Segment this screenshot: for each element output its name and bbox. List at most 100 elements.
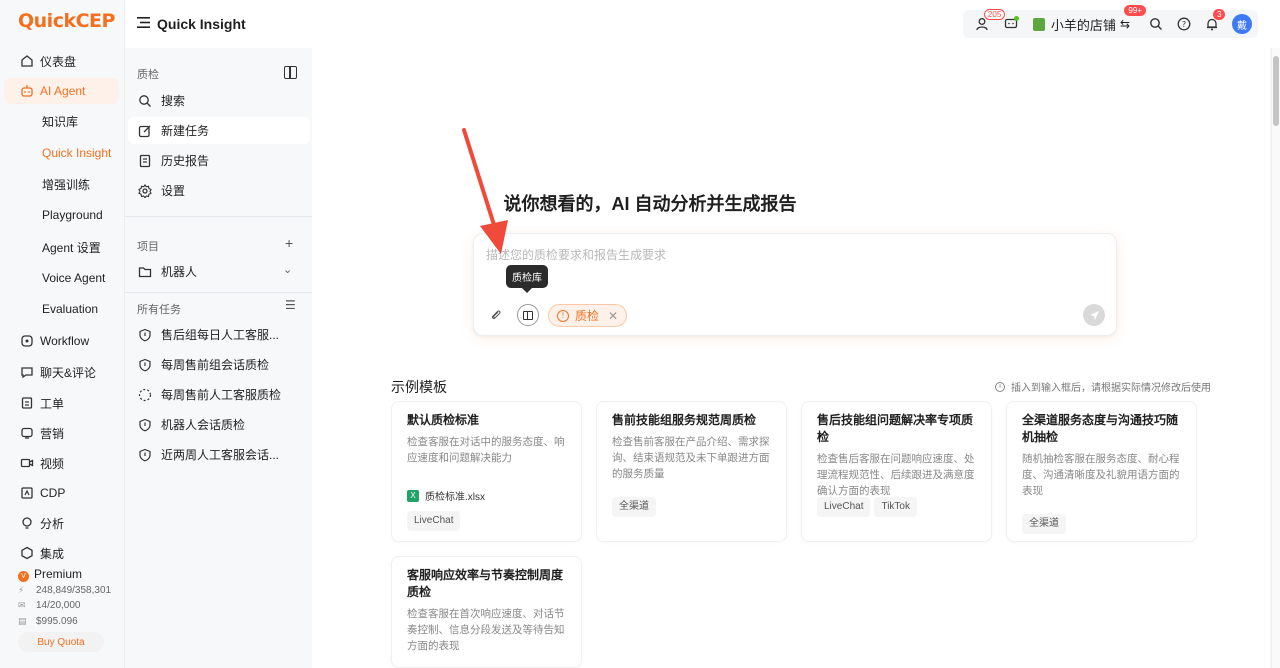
task-item[interactable]: 近两周人工客服会话... — [128, 441, 310, 468]
annotation-arrow — [462, 128, 508, 254]
shield-icon — [139, 328, 151, 341]
quality-check-tag[interactable]: ! 质检 ✕ — [548, 304, 628, 327]
user-status-button[interactable]: 205 — [969, 9, 1006, 38]
nav-item-label: 聊天&评论 — [40, 365, 97, 380]
chat-icon — [21, 367, 33, 379]
nav-item-chat[interactable]: 聊天&评论 — [4, 359, 119, 385]
avatar[interactable]: 戴 — [1232, 14, 1252, 34]
nav-item-label: AI Agent — [40, 84, 86, 98]
add-project-icon[interactable]: + — [285, 235, 293, 251]
ticket-icon — [21, 397, 33, 409]
hero-heading: 说你想看的，AI 自动分析并生成报告 — [503, 194, 797, 214]
scrollbar-thumb[interactable] — [1273, 56, 1279, 126]
attach-icon[interactable] — [486, 305, 506, 325]
wallet-icon: ▤ — [18, 616, 27, 626]
shield-icon — [139, 358, 151, 371]
panel-divider — [125, 216, 312, 217]
nav-sub-voice-agent[interactable]: Voice Agent — [4, 266, 119, 290]
card-desc: 检查售前客服在产品介绍、需求探询、结束语规范及未下单跟进方面的服务质量 — [612, 436, 770, 480]
panel-item-label: 历史报告 — [161, 154, 210, 168]
panel-item-label: 搜索 — [161, 94, 186, 108]
nav-sub-knowledge-base[interactable]: 知识库 — [4, 109, 119, 133]
nav-item-integration[interactable]: 集成 — [4, 540, 119, 566]
card-title: 全渠道服务态度与沟通技巧随机抽检 — [1022, 413, 1179, 444]
channel-chip: 全渠道 — [612, 497, 656, 517]
send-button[interactable] — [1083, 304, 1105, 326]
edit-icon — [138, 125, 151, 137]
list-view-icon[interactable]: ☰ — [285, 298, 296, 312]
task-label: 近两周人工客服会话... — [161, 448, 280, 462]
card-title: 客服响应效率与节奏控制周度质检 — [407, 568, 564, 599]
send-icon — [1089, 310, 1099, 320]
nav-item-ai-agent[interactable]: AI Agent — [4, 78, 119, 104]
card-title: 默认质检标准 — [407, 413, 480, 427]
panel-divider — [125, 292, 312, 293]
buy-quota-button[interactable]: Buy Quota — [18, 632, 104, 652]
notification-button[interactable]: 3 — [1198, 9, 1226, 38]
nav-sub-quick-insight[interactable]: Quick Insight — [4, 141, 119, 165]
plan-stat-balance: ▤ $995.096 — [18, 616, 78, 627]
panel-item-settings[interactable]: 设置 — [128, 177, 310, 204]
marketing-icon — [21, 427, 33, 439]
store-switcher[interactable]: 小羊的店铺 ⇆ 99+ — [1025, 4, 1146, 34]
insight-panel: 质检 搜索 新建任务 历史报告 设置 项目 + 机器人 ⌄ 所有任务 ☰ 售后组… — [125, 48, 312, 668]
menu-icon[interactable] — [137, 17, 150, 28]
nav-sub-evaluation[interactable]: Evaluation — [4, 297, 119, 321]
projects-label: 项目 — [137, 241, 159, 253]
plan-name: V Premium — [18, 567, 82, 582]
home-icon — [21, 55, 33, 67]
panel-item-search[interactable]: 搜索 — [128, 87, 310, 114]
nav-item-label: 仪表盘 — [40, 54, 77, 69]
nav-item-analytics[interactable]: 分析 — [4, 510, 119, 536]
attached-file: X 质检标准.xlsx — [407, 488, 485, 503]
task-label: 每周售前组会话质检 — [161, 358, 270, 372]
page-title: Quick Insight — [157, 16, 246, 32]
tasks-label: 所有任务 — [137, 304, 181, 316]
task-item-loading[interactable]: 每周售前人工客服质检 — [128, 381, 310, 408]
gear-icon — [138, 183, 152, 198]
panel-item-new-task[interactable]: 新建任务 — [128, 117, 310, 144]
templates-title: 示例模板 — [391, 379, 447, 395]
nav-item-ticket[interactable]: 工单 — [4, 390, 119, 416]
nav-sub-agent-settings[interactable]: Agent 设置 — [4, 235, 119, 259]
help-button[interactable]: ? — [1170, 10, 1198, 38]
nav-item-label: Workflow — [40, 334, 90, 348]
nav-item-marketing[interactable]: 营销 — [4, 420, 119, 446]
nav-item-cdp[interactable]: CDP — [4, 480, 119, 506]
nav-item-workflow[interactable]: Workflow — [4, 328, 119, 354]
template-card[interactable]: 售后技能组问题解决率专项质检 检查售后客服在问题响应速度、处理流程规范性、后续跟… — [801, 401, 992, 542]
nav-sub-enhanced-training[interactable]: 增强训练 — [4, 172, 119, 196]
prompt-input-box[interactable]: 描述您的质检要求和报告生成要求 ! 质检 ✕ — [473, 233, 1117, 336]
logo[interactable]: QuickCEP — [18, 10, 115, 32]
panel-item-history[interactable]: 历史报告 — [128, 147, 310, 174]
message-button[interactable] — [997, 10, 1025, 38]
search-button[interactable] — [1142, 10, 1170, 38]
quality-library-button[interactable] — [517, 304, 539, 326]
task-item[interactable]: 机器人会话质检 — [128, 411, 310, 438]
task-item[interactable]: 售后组每日人工客服... — [128, 321, 310, 348]
template-card[interactable]: 默认质检标准 检查客服在对话中的服务态度、响应速度和问题解决能力 X 质检标准.x… — [391, 401, 582, 542]
nav-sub-playground[interactable]: Playground — [4, 203, 119, 227]
channel-chip: LiveChat — [817, 497, 871, 517]
integration-icon — [21, 546, 33, 560]
remove-tag-icon[interactable]: ✕ — [608, 309, 618, 323]
help-icon: ? — [1177, 17, 1191, 31]
shield-icon — [139, 448, 151, 461]
loading-icon — [138, 388, 152, 401]
nav-item-video[interactable]: 视频 — [4, 450, 119, 476]
project-item-robot[interactable]: 机器人 ⌄ — [128, 258, 310, 285]
scrollbar[interactable] — [1271, 48, 1280, 668]
notification-badge: 3 — [1213, 9, 1226, 20]
task-label: 售后组每日人工客服... — [161, 328, 280, 342]
card-desc: 随机抽检客服在服务态度、耐心程度、沟通清晰度及礼貌用语方面的表现 — [1022, 453, 1180, 497]
collapse-panel-icon[interactable] — [284, 66, 297, 79]
nav-item-dashboard[interactable]: 仪表盘 — [4, 48, 119, 74]
template-card[interactable]: 客服响应效率与节奏控制周度质检 检查客服在首次响应速度、对话节奏控制、信息分段发… — [391, 556, 582, 668]
tooltip: 质检库 — [506, 265, 548, 293]
nav-item-label: CDP — [40, 486, 66, 500]
store-name: 小羊的店铺 — [1050, 17, 1116, 33]
template-card[interactable]: 全渠道服务态度与沟通技巧随机抽检 随机抽检客服在服务态度、耐心程度、沟通清晰度及… — [1006, 401, 1197, 542]
template-card[interactable]: 售前技能组服务规范周质检 检查售前客服在产品介绍、需求探询、结束语规范及未下单跟… — [596, 401, 787, 542]
nav-item-label: 营销 — [40, 426, 65, 441]
task-item[interactable]: 每周售前组会话质检 — [128, 351, 310, 378]
